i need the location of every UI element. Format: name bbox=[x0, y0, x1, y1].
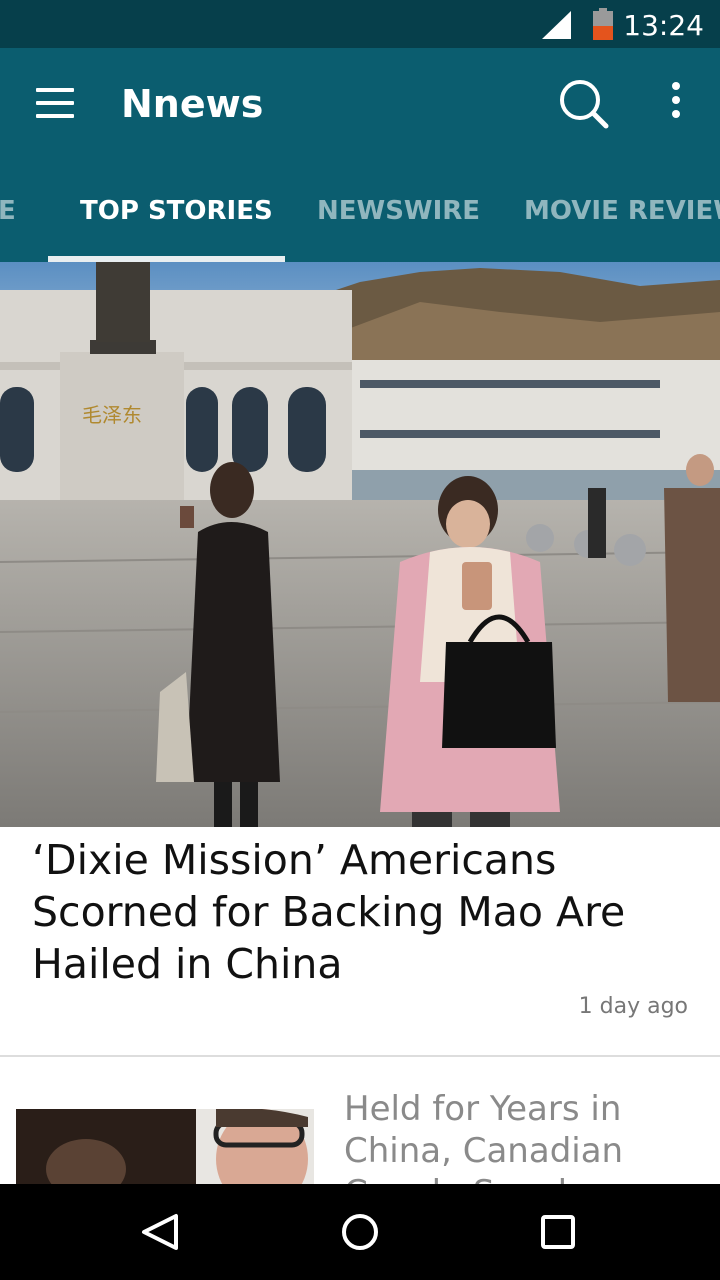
story-divider bbox=[0, 1055, 720, 1057]
tab-movie-reviews[interactable]: MOVIE REVIEWS bbox=[524, 196, 720, 226]
back-icon[interactable] bbox=[140, 1212, 180, 1252]
tab-top-stories[interactable]: TOP STORIES bbox=[80, 196, 273, 226]
tab-partial[interactable]: E bbox=[0, 196, 16, 226]
home-icon[interactable] bbox=[340, 1212, 380, 1252]
more-options-icon[interactable] bbox=[664, 82, 688, 128]
category-tabs: E TOP STORIES NEWSWIRE MOVIE REVIEWS bbox=[0, 188, 720, 262]
status-bar: 13:24 bbox=[0, 0, 720, 48]
story-timestamp: 1 day ago bbox=[578, 994, 688, 1019]
recent-apps-icon[interactable] bbox=[540, 1214, 576, 1250]
app-bar: Nnews E TOP STORIES NEWSWIRE MOVIE REVIE… bbox=[0, 48, 720, 262]
app-title: Nnews bbox=[121, 82, 264, 126]
tab-newswire[interactable]: NEWSWIRE bbox=[317, 196, 480, 226]
menu-icon[interactable] bbox=[36, 88, 76, 120]
svg-text:毛泽东: 毛泽东 bbox=[82, 403, 142, 427]
system-nav-bar bbox=[0, 1184, 720, 1280]
story-hero-image[interactable]: 毛泽东 bbox=[0, 262, 720, 827]
signal-icon bbox=[542, 11, 571, 39]
status-time: 13:24 bbox=[623, 9, 704, 42]
search-icon[interactable] bbox=[556, 76, 612, 132]
story-thumbnail[interactable] bbox=[16, 1109, 314, 1189]
battery-low-icon bbox=[593, 8, 613, 40]
story-headline[interactable]: ‘Dixie Mission’ Americans Scorned for Ba… bbox=[32, 834, 692, 990]
